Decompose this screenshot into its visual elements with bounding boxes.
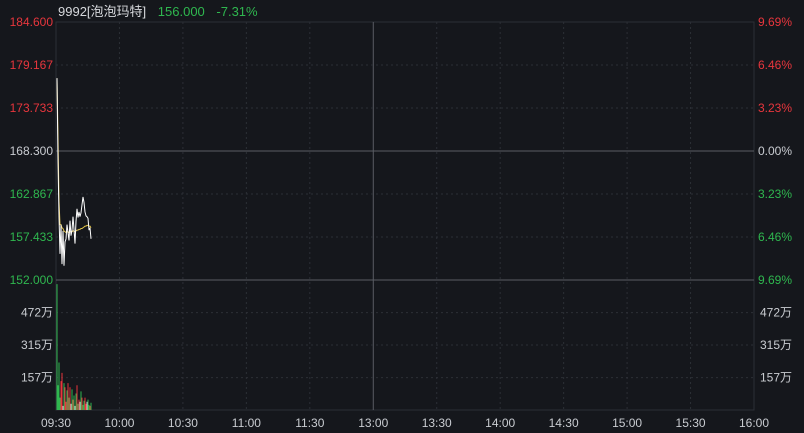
intraday-chart[interactable]: 9992[泡泡玛特] 156.000 -7.31% 184.600 9.69% 17… bbox=[0, 0, 804, 433]
volume-axis-label-right: 472万 bbox=[760, 306, 792, 320]
time-axis-label: 14:30 bbox=[549, 416, 579, 430]
time-axis-label: 10:30 bbox=[168, 416, 198, 430]
percent-axis-label: 3.23% bbox=[758, 101, 792, 115]
time-axis-label: 13:30 bbox=[422, 416, 452, 430]
volume-axis-label: 157万 bbox=[21, 371, 53, 385]
percent-axis-label: 9.69% bbox=[758, 273, 792, 287]
price-axis-label: 152.000 bbox=[10, 273, 54, 287]
time-axis-label: 11:30 bbox=[295, 416, 324, 430]
time-axis-label: 15:00 bbox=[612, 416, 642, 430]
price-axis-label: 179.167 bbox=[10, 58, 54, 72]
percent-axis-label: 6.46% bbox=[758, 230, 792, 244]
price-axis-label: 157.433 bbox=[10, 230, 54, 244]
price-axis-label: 184.600 bbox=[10, 15, 54, 29]
time-axis-label: 15:30 bbox=[676, 416, 706, 430]
chart-canvas[interactable]: 184.600 9.69% 179.167 6.46% 173.733 3.23% 168.… bbox=[0, 0, 804, 433]
percent-axis-label: 3.23% bbox=[758, 187, 792, 201]
time-axis-label: 13:00 bbox=[358, 416, 388, 430]
price-line bbox=[56, 78, 92, 266]
time-axis-label: 10:00 bbox=[104, 416, 134, 430]
time-axis-label: 09:30 bbox=[41, 416, 71, 430]
time-axis-label: 16:00 bbox=[739, 416, 769, 430]
volume-axis-label-right: 157万 bbox=[760, 371, 792, 385]
time-axis-label: 11:00 bbox=[232, 416, 261, 430]
chart-frame bbox=[55, 21, 755, 411]
price-axis-label: 168.300 bbox=[10, 144, 54, 158]
price-axis-label: 162.867 bbox=[10, 187, 54, 201]
percent-axis-label: 0.00% bbox=[758, 144, 792, 158]
price-axis-label: 173.733 bbox=[10, 101, 54, 115]
time-axis-label: 14:00 bbox=[485, 416, 515, 430]
volume-axis-label-right: 315万 bbox=[760, 338, 792, 352]
percent-axis-label: 9.69% bbox=[758, 15, 792, 29]
volume-axis-label: 315万 bbox=[21, 338, 53, 352]
volume-axis-label: 472万 bbox=[21, 306, 53, 320]
percent-axis-label: 6.46% bbox=[758, 58, 792, 72]
average-price-line bbox=[56, 78, 92, 234]
